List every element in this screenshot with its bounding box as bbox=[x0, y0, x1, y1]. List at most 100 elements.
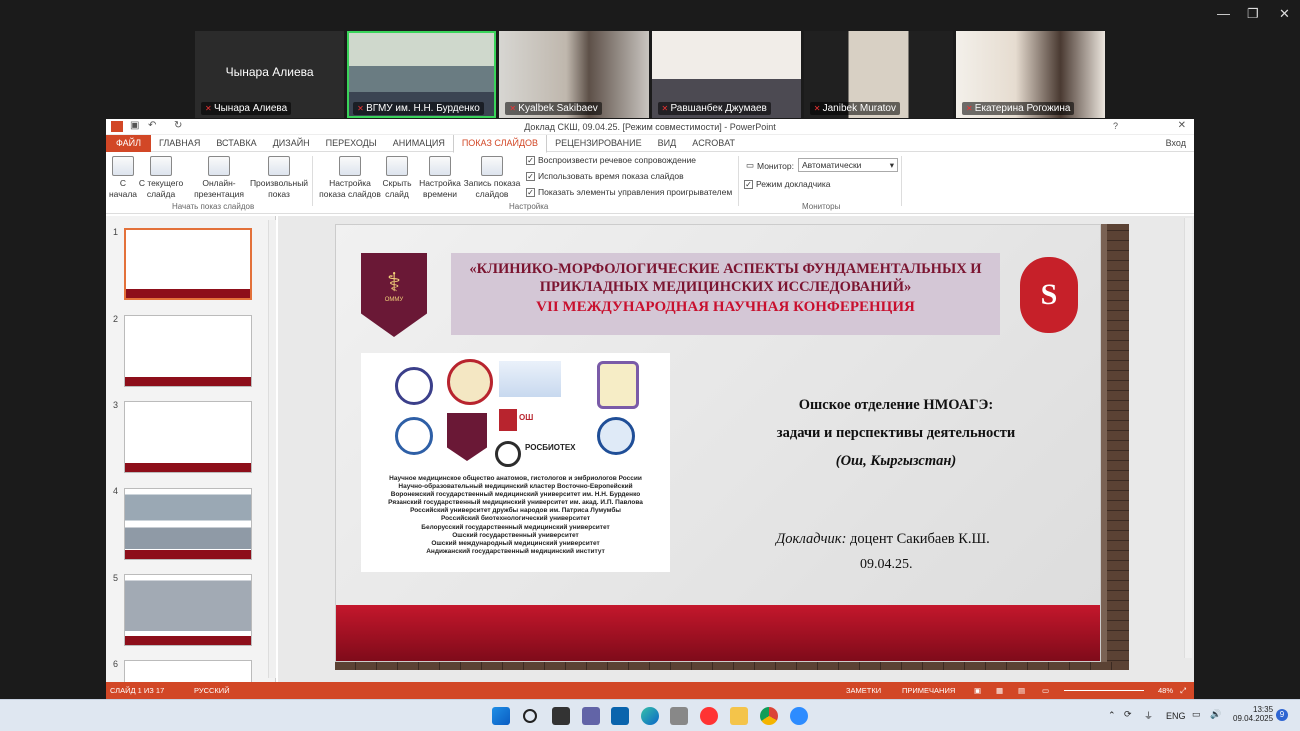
presenter-view-checkbox[interactable]: ✓ Режим докладчика bbox=[744, 179, 831, 189]
update-icon[interactable]: ⟳ bbox=[1124, 709, 1132, 720]
tab-review[interactable]: РЕЦЕНЗИРОВАНИЕ bbox=[547, 135, 650, 152]
zoom-level[interactable]: 48% bbox=[1158, 682, 1173, 699]
fit-window-icon[interactable]: ⤢ bbox=[1180, 682, 1186, 699]
minimize-button[interactable]: — bbox=[1217, 6, 1230, 21]
biotech-logo bbox=[495, 441, 521, 467]
talk-title-line1: Ошское отделение НМОАГЭ: bbox=[798, 397, 994, 413]
conference-title: «КЛИНИКО-МОРФОЛОГИЧЕСКИЕ АСПЕКТЫ ФУНДАМЕ… bbox=[451, 253, 1000, 335]
thumb-number: 6 bbox=[113, 659, 119, 669]
record-show-button[interactable]: Запись показа слайдов bbox=[462, 156, 522, 200]
narration-checkbox[interactable]: ✓ Воспроизвести речевое сопровождение bbox=[526, 155, 696, 165]
caduceus-icon: ⚕ bbox=[386, 267, 402, 297]
windows-start-icon[interactable] bbox=[492, 707, 510, 725]
participant-tile[interactable]: Kyalbek Sakibaev bbox=[499, 31, 649, 118]
slide-canvas: ⚕ ОММУ «КЛИНИКО-МОРФОЛОГИЧЕСКИЕ АСПЕКТЫ Ф… bbox=[278, 216, 1194, 682]
thumbnails-scrollbar[interactable] bbox=[268, 220, 276, 678]
slide-thumbnail[interactable] bbox=[124, 228, 252, 300]
tab-slideshow[interactable]: ПОКАЗ СЛАЙДОВ bbox=[452, 133, 548, 153]
thumb-number: 4 bbox=[113, 486, 119, 496]
online-presentation-button[interactable]: Онлайн-презентация bbox=[190, 156, 248, 200]
network-icon[interactable]: ▭ bbox=[1192, 709, 1201, 720]
hide-slide-button[interactable]: Скрыть слайд bbox=[380, 156, 414, 200]
app-icon[interactable] bbox=[670, 707, 688, 725]
bsmu-logo bbox=[395, 417, 433, 455]
custom-show-button[interactable]: Произвольный показ bbox=[248, 156, 310, 200]
current-slide[interactable]: ⚕ ОММУ «КЛИНИКО-МОРФОЛОГИЧЕСКИЕ АСПЕКТЫ Ф… bbox=[335, 224, 1101, 662]
yandex-icon[interactable] bbox=[700, 707, 718, 725]
ribbon-divider bbox=[312, 156, 313, 206]
participant-tile-active[interactable]: ВГМУ им. Н.Н. Бурденко bbox=[347, 31, 497, 118]
notification-badge[interactable]: 9 bbox=[1276, 709, 1288, 721]
help-icon[interactable]: ? bbox=[1113, 121, 1118, 131]
osh-intl-logo bbox=[597, 417, 635, 455]
participant-name: Чынара Алиева bbox=[201, 102, 292, 115]
tab-view[interactable]: ВИД bbox=[650, 135, 685, 152]
close-button[interactable]: ✕ bbox=[1279, 6, 1290, 22]
task-view-icon[interactable] bbox=[552, 707, 570, 725]
reading-view-icon[interactable]: ▤ bbox=[1018, 682, 1025, 699]
volume-icon[interactable]: 🔊 bbox=[1210, 709, 1221, 720]
clock[interactable]: 13:35 09.04.2025 bbox=[1233, 705, 1273, 723]
participant-tile[interactable]: Равшанбек Джумаев bbox=[651, 31, 801, 118]
tab-file[interactable]: ФАЙЛ bbox=[106, 134, 152, 152]
zoom-icon[interactable] bbox=[790, 707, 808, 725]
slide-thumbnail[interactable] bbox=[124, 660, 252, 682]
talk-date: 09.04.25. bbox=[860, 557, 913, 572]
slide-thumbnail[interactable] bbox=[124, 401, 252, 473]
thumb-number: 2 bbox=[113, 314, 119, 324]
participant-tile[interactable]: Janibek Muratov bbox=[803, 31, 953, 118]
signin-link[interactable]: Вход bbox=[1158, 135, 1194, 152]
talk-title-line2: задачи и перспективы деятельности bbox=[776, 425, 1016, 441]
university-logo-right: S bbox=[1020, 257, 1078, 333]
omu-crest bbox=[447, 413, 487, 461]
controls-checkbox[interactable]: ✓ Показать элементы управления проигрыват… bbox=[526, 187, 732, 197]
thumb-number: 1 bbox=[113, 227, 119, 237]
slide-counter: СЛАЙД 1 ИЗ 17 bbox=[110, 686, 165, 695]
slideshow-icon bbox=[112, 156, 134, 176]
outlook-icon[interactable] bbox=[611, 707, 629, 725]
participant-tile[interactable]: Чынара Алиева Чынара Алиева bbox=[195, 31, 345, 118]
teams-icon[interactable] bbox=[582, 707, 600, 725]
comments-button[interactable]: ПРИМЕЧАНИЯ bbox=[902, 682, 955, 699]
search-icon[interactable] bbox=[523, 709, 537, 723]
talk-location: (Ош, Кыргызстан) bbox=[835, 453, 957, 469]
osh-logo bbox=[499, 409, 517, 431]
tab-home[interactable]: ГЛАВНАЯ bbox=[151, 135, 208, 152]
slide-scrollbar[interactable] bbox=[1184, 218, 1192, 658]
slideshow-view-icon[interactable]: ▭ bbox=[1042, 682, 1049, 699]
chevron-up-icon[interactable]: ⌃ bbox=[1108, 710, 1116, 721]
participant-name: ВГМУ им. Н.Н. Бурденко bbox=[353, 102, 484, 115]
edge-icon[interactable] bbox=[641, 707, 659, 725]
file-explorer-icon[interactable] bbox=[730, 707, 748, 725]
status-bar: СЛАЙД 1 ИЗ 17 РУССКИЙ ЗАМЕТКИ ПРИМЕЧАНИЯ… bbox=[106, 682, 1194, 699]
hide-slide-icon bbox=[386, 156, 408, 176]
normal-view-icon[interactable]: ▣ bbox=[974, 682, 981, 699]
participant-display-name: Чынара Алиева bbox=[225, 65, 314, 79]
sorter-view-icon[interactable]: ▦ bbox=[996, 682, 1003, 699]
tab-animations[interactable]: АНИМАЦИЯ bbox=[385, 135, 453, 152]
monitor-select[interactable]: Автоматически ▾ bbox=[798, 158, 898, 172]
ryazan-logo bbox=[597, 361, 639, 409]
from-start-button[interactable]: С начала bbox=[108, 156, 138, 200]
from-current-button[interactable]: С текущего слайда bbox=[138, 156, 184, 200]
rehearse-timings-button[interactable]: Настройка времени bbox=[418, 156, 462, 200]
timings-checkbox[interactable]: ✓ Использовать время показа слайдов bbox=[526, 171, 684, 181]
restore-button[interactable]: ❐ bbox=[1247, 6, 1259, 22]
language-indicator[interactable]: ENG bbox=[1166, 711, 1186, 721]
tab-insert[interactable]: ВСТАВКА bbox=[208, 135, 264, 152]
slide-thumbnail[interactable] bbox=[124, 574, 252, 646]
mic-icon[interactable]: ⏚ bbox=[1144, 709, 1153, 722]
tab-acrobat[interactable]: ACROBAT bbox=[684, 135, 743, 152]
tab-transitions[interactable]: ПЕРЕХОДЫ bbox=[318, 135, 385, 152]
language-status[interactable]: РУССКИЙ bbox=[194, 682, 230, 699]
chrome-icon[interactable] bbox=[760, 707, 778, 725]
slide-thumbnail[interactable] bbox=[124, 488, 252, 560]
tab-design[interactable]: ДИЗАЙН bbox=[265, 135, 318, 152]
reporter-line: Докладчик: доцент Сакибаев К.Ш. bbox=[776, 531, 990, 547]
ppt-close-icon[interactable]: ✕ bbox=[1178, 120, 1186, 131]
slide-thumbnail[interactable] bbox=[124, 315, 252, 387]
setup-show-button[interactable]: Настройка показа слайдов bbox=[316, 156, 384, 200]
participant-tile[interactable]: Екатерина Рогожина bbox=[955, 31, 1106, 118]
notes-button[interactable]: ЗАМЕТКИ bbox=[846, 682, 881, 699]
zoom-slider[interactable] bbox=[1064, 690, 1144, 691]
